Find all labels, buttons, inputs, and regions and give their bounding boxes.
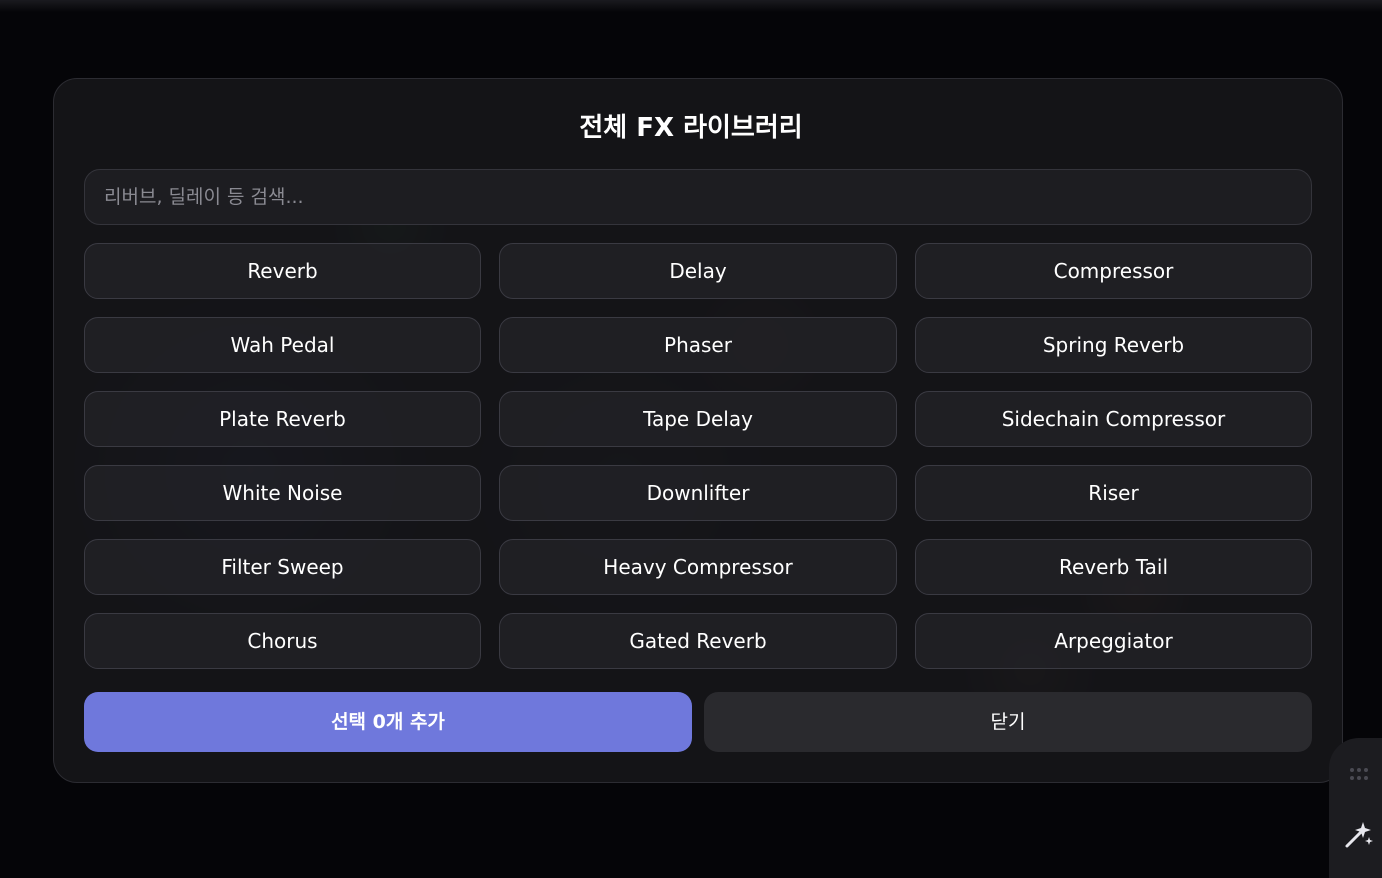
fx-item[interactable]: Compressor bbox=[915, 243, 1312, 299]
fx-item[interactable]: Arpeggiator bbox=[915, 613, 1312, 669]
top-bar bbox=[0, 0, 1382, 12]
sparkle-icon[interactable] bbox=[1344, 820, 1374, 850]
add-selected-button[interactable]: 선택 0개 추가 bbox=[84, 692, 692, 752]
fx-item[interactable]: Tape Delay bbox=[499, 391, 897, 447]
fx-item[interactable]: White Noise bbox=[84, 465, 481, 521]
fx-item[interactable]: Delay bbox=[499, 243, 897, 299]
grip-icon[interactable] bbox=[1349, 766, 1369, 780]
close-button[interactable]: 닫기 bbox=[704, 692, 1312, 752]
fx-item[interactable]: Plate Reverb bbox=[84, 391, 481, 447]
fx-item[interactable]: Phaser bbox=[499, 317, 897, 373]
side-dock bbox=[1329, 738, 1382, 878]
fx-item[interactable]: Wah Pedal bbox=[84, 317, 481, 373]
fx-item[interactable]: Downlifter bbox=[499, 465, 897, 521]
fx-grid: Reverb Delay Compressor Wah Pedal Phaser… bbox=[84, 243, 1312, 669]
fx-item[interactable]: Riser bbox=[915, 465, 1312, 521]
fx-item[interactable]: Chorus bbox=[84, 613, 481, 669]
modal-title: 전체 FX 라이브러리 bbox=[579, 113, 803, 143]
fx-item[interactable]: Reverb bbox=[84, 243, 481, 299]
fx-item[interactable]: Reverb Tail bbox=[915, 539, 1312, 595]
fx-item[interactable]: Filter Sweep bbox=[84, 539, 481, 595]
search-input[interactable]: 리버브, 딜레이 등 검색... bbox=[84, 169, 1312, 225]
fx-item[interactable]: Sidechain Compressor bbox=[915, 391, 1312, 447]
fx-item[interactable]: Gated Reverb bbox=[499, 613, 897, 669]
fx-item[interactable]: Spring Reverb bbox=[915, 317, 1312, 373]
fx-item[interactable]: Heavy Compressor bbox=[499, 539, 897, 595]
